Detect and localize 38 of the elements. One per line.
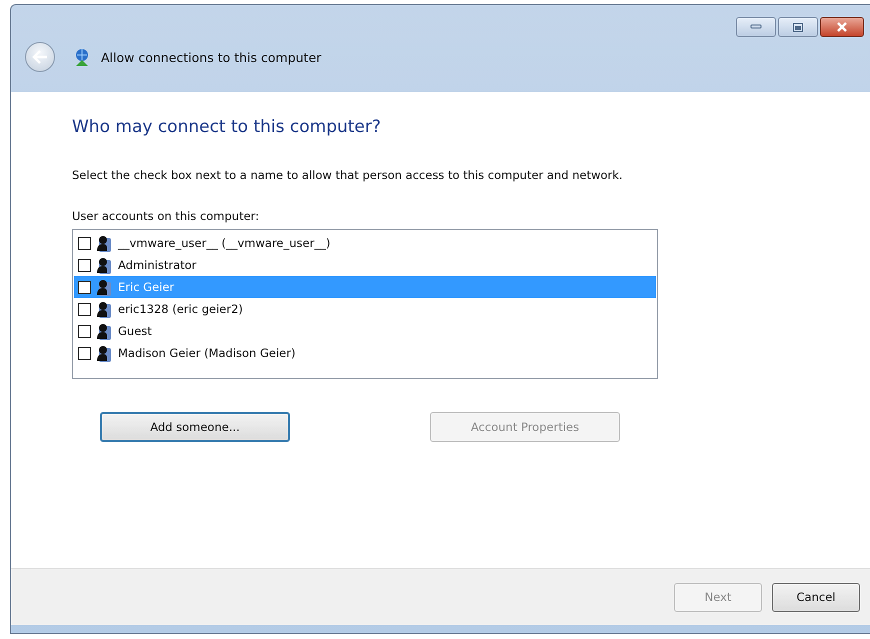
account-name: eric1328 (eric geier2) [118,302,243,316]
account-name: Administrator [118,258,196,272]
checkbox[interactable] [78,346,91,360]
window-title: Allow connections to this computer [101,50,322,64]
minimize-button[interactable] [736,17,776,37]
network-icon [73,47,91,67]
account-row[interactable]: Madison Geier (Madison Geier) [74,342,656,364]
user-icon [95,234,111,252]
account-row[interactable]: eric1328 (eric geier2) [74,298,656,320]
description-text: Select the check box next to a name to allow that person access to this computer and network. [72,167,624,183]
user-icon [95,322,111,340]
back-arrow-icon [32,50,48,64]
back-button[interactable] [25,42,55,72]
page-heading: Who may connect to this computer? [72,117,382,137]
maximize-icon [793,22,803,32]
account-row[interactable]: Administrator [74,254,656,276]
footer-button[interactable]: Cancel [772,582,860,612]
checkbox[interactable] [78,236,91,250]
checkbox[interactable] [78,324,91,338]
close-icon [836,22,848,32]
minimize-icon [750,24,762,30]
list-label: User accounts on this computer: [72,209,260,223]
account-name: Eric Geier [118,280,174,294]
checkbox[interactable] [78,302,91,316]
user-icon [95,256,111,274]
checkbox[interactable] [78,280,91,294]
close-button[interactable] [820,17,864,37]
user-icon [95,278,111,296]
user-icon [95,344,111,362]
maximize-button[interactable] [778,17,818,37]
account-name: Guest [118,324,152,338]
account-name: __vmware_user__ (__vmware_user__) [118,236,330,250]
account-name: Madison Geier (Madison Geier) [118,346,296,360]
account-row[interactable]: __vmware_user__ (__vmware_user__) [74,232,656,254]
user-icon [95,300,111,318]
list-action-button[interactable]: Add someone... [100,412,290,442]
account-row[interactable]: Guest [74,320,656,342]
checkbox[interactable] [78,258,91,272]
